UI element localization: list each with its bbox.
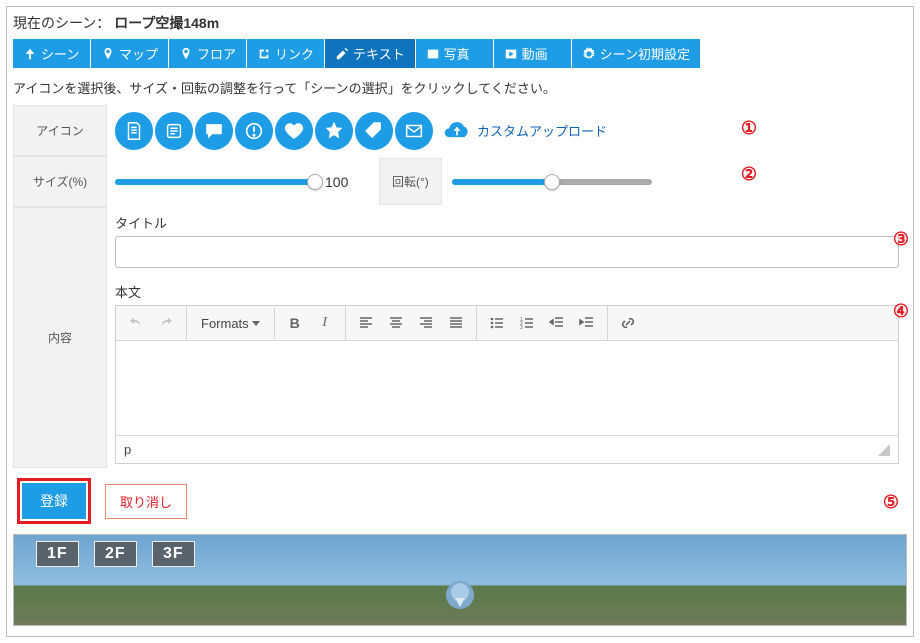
title-input[interactable]: [115, 236, 899, 268]
editor-toolbar: Formats B I 123: [116, 306, 898, 341]
align-right-button[interactable]: [412, 310, 440, 336]
icon-option-heart[interactable]: [275, 112, 313, 150]
arrow-up-icon: [23, 47, 37, 61]
tab-text[interactable]: テキスト: [325, 39, 416, 68]
number-list-button[interactable]: 123: [513, 310, 541, 336]
redo-button[interactable]: [152, 310, 180, 336]
align-left-button[interactable]: [352, 310, 380, 336]
pin-icon: [101, 47, 115, 61]
image-icon: [426, 47, 440, 61]
editor-content-area[interactable]: [116, 341, 898, 435]
rotation-slider[interactable]: [452, 179, 652, 185]
svg-text:3: 3: [520, 325, 523, 331]
tab-link[interactable]: リンク: [247, 39, 325, 68]
label-title: タイトル: [115, 213, 899, 232]
resize-grip-icon[interactable]: [878, 444, 890, 456]
outdent-button[interactable]: [543, 310, 571, 336]
label-content: 内容: [13, 207, 107, 468]
pin-icon: [179, 47, 193, 61]
undo-button[interactable]: [122, 310, 150, 336]
size-slider[interactable]: [115, 179, 315, 185]
chevron-down-icon: [252, 321, 260, 326]
label-body: 本文: [115, 282, 899, 301]
icon-option-note[interactable]: [155, 112, 193, 150]
edit-icon: [335, 47, 349, 61]
align-justify-button[interactable]: [442, 310, 470, 336]
floor-button-3f[interactable]: 3F: [152, 541, 195, 567]
external-link-icon: [257, 47, 271, 61]
video-icon: [504, 47, 518, 61]
icon-option-mail[interactable]: [395, 112, 433, 150]
app-frame: 現在のシーン： ロープ空撮148m シーン マップ フロア リンク テキスト 写…: [6, 6, 914, 637]
formats-dropdown[interactable]: Formats: [193, 312, 268, 335]
bullet-list-button[interactable]: [483, 310, 511, 336]
label-rotation: 回転(°): [379, 158, 442, 205]
indent-button[interactable]: [573, 310, 601, 336]
tab-floor[interactable]: フロア: [169, 39, 247, 68]
tab-map[interactable]: マップ: [91, 39, 169, 68]
icon-option-document[interactable]: [115, 112, 153, 150]
icon-option-tag[interactable]: [355, 112, 393, 150]
annotation-4: ④: [893, 301, 909, 322]
annotation-5: ⑤: [883, 492, 899, 513]
size-value: 100: [325, 174, 369, 190]
label-size: サイズ(%): [13, 156, 107, 207]
size-slider-area: 100 回転(°) ②: [107, 158, 907, 205]
label-icon: アイコン: [13, 105, 107, 156]
tab-scene[interactable]: シーン: [13, 39, 91, 68]
tab-bar: シーン マップ フロア リンク テキスト 写真 動画 シーン初期設定: [13, 39, 907, 68]
custom-upload[interactable]: カスタムアップロード: [443, 120, 607, 142]
icon-option-star[interactable]: [315, 112, 353, 150]
link-button[interactable]: [614, 310, 642, 336]
row-size: サイズ(%) 100 回転(°) ②: [13, 156, 907, 207]
rich-text-editor: Formats B I 123: [115, 305, 899, 464]
icon-option-alert[interactable]: [235, 112, 273, 150]
cloud-upload-icon: [443, 120, 471, 142]
download-marker-icon[interactable]: [446, 581, 474, 609]
actions-row: 登録 取り消し ⑤: [13, 468, 907, 534]
italic-button[interactable]: I: [311, 310, 339, 336]
tab-photo[interactable]: 写真: [416, 39, 494, 68]
floor-button-2f[interactable]: 2F: [94, 541, 137, 567]
upload-label: カスタムアップロード: [477, 121, 607, 140]
row-content: 内容 タイトル ③ 本文 Formats B I: [13, 207, 907, 468]
tab-video[interactable]: 動画: [494, 39, 572, 68]
editor-path: p: [124, 442, 131, 457]
row-icon: アイコン カスタムアップロード ①: [13, 105, 907, 156]
scene-line: 現在のシーン： ロープ空撮148m: [13, 11, 907, 39]
scene-label: 現在のシーン：: [13, 15, 110, 31]
submit-button[interactable]: 登録: [22, 483, 86, 519]
submit-highlight: 登録: [17, 478, 91, 524]
cancel-button[interactable]: 取り消し: [105, 484, 187, 519]
content-body: タイトル ③ 本文 Formats B I: [107, 207, 907, 468]
tab-init[interactable]: シーン初期設定: [572, 39, 701, 68]
bold-button[interactable]: B: [281, 310, 309, 336]
annotation-3: ③: [893, 229, 909, 250]
annotation-1: ①: [741, 118, 757, 139]
instruction-note: アイコンを選択後、サイズ・回転の調整を行って「シーンの選択」をクリックしてくださ…: [13, 68, 907, 105]
annotation-2: ②: [741, 164, 757, 185]
floor-button-1f[interactable]: 1F: [36, 541, 79, 567]
icon-cell: カスタムアップロード ①: [107, 108, 907, 154]
icon-option-speech[interactable]: [195, 112, 233, 150]
scene-name: ロープ空撮148m: [114, 15, 219, 31]
gear-icon: [582, 47, 596, 61]
align-center-button[interactable]: [382, 310, 410, 336]
panorama-preview[interactable]: 1F 2F 3F: [13, 534, 907, 626]
